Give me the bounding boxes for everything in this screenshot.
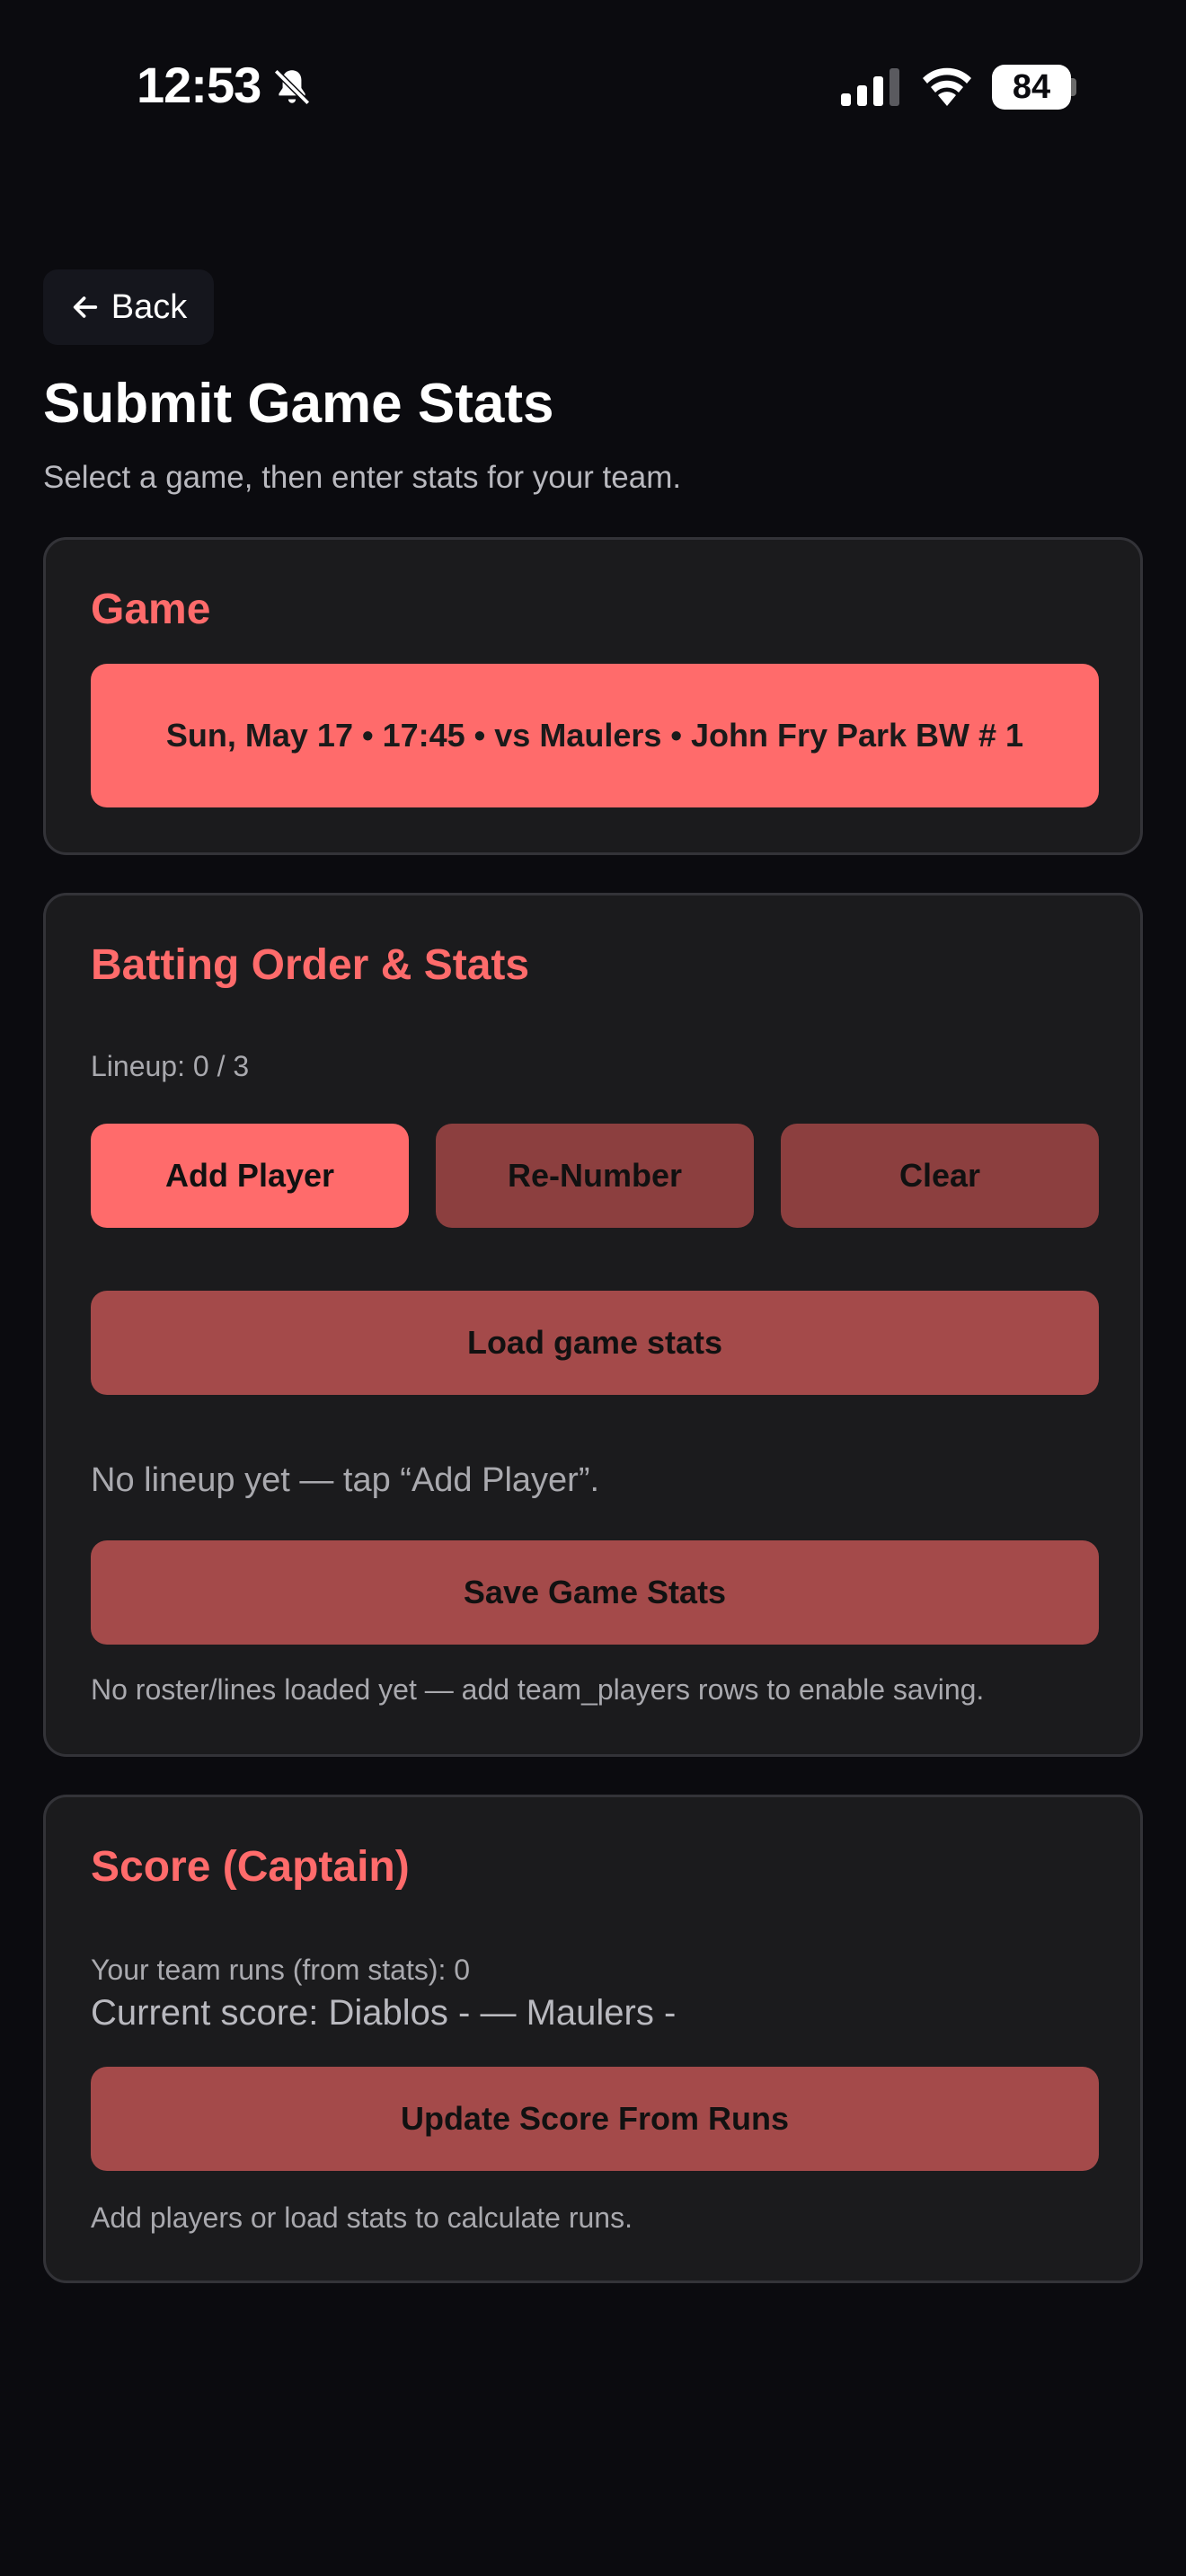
batting-card: Batting Order & Stats Lineup: 0 / 3 Add … [43,893,1143,1757]
battery-icon: 84 [992,65,1071,110]
score-card-title: Score (Captain) [91,1843,410,1891]
game-select-button[interactable]: Sun, May 17 • 17:45 • vs Maulers • John … [91,664,1099,807]
team-runs: Your team runs (from stats): 0 [91,1954,471,1986]
save-game-stats-button[interactable]: Save Game Stats [91,1540,1099,1645]
clear-button[interactable]: Clear [781,1124,1099,1228]
wifi-icon [923,67,971,106]
game-card: Game Sun, May 17 • 17:45 • vs Maulers • … [43,537,1143,855]
game-card-title: Game [91,586,211,633]
page-title: Submit Game Stats [43,373,554,435]
roster-note: No roster/lines loaded yet — add team_pl… [91,1673,985,1706]
update-score-button[interactable]: Update Score From Runs [91,2067,1099,2171]
status-time: 12:53 [137,57,261,113]
back-label: Back [111,287,188,326]
empty-lineup-message: No lineup yet — tap “Add Player”. [91,1461,600,1499]
score-card: Score (Captain) Your team runs (from sta… [43,1795,1143,2283]
status-bar: 12:53 84 [0,0,1186,171]
arrow-left-icon [73,296,97,318]
bell-slash-icon [273,68,311,106]
signal-icon [841,68,899,106]
back-button[interactable]: Back [43,269,214,345]
renumber-button[interactable]: Re-Number [436,1124,754,1228]
lineup-count: Lineup: 0 / 3 [91,1050,250,1082]
battery-tip [1071,78,1076,96]
page-subtitle: Select a game, then enter stats for your… [43,460,682,495]
batting-card-title: Batting Order & Stats [91,941,530,989]
score-note: Add players or load stats to calculate r… [91,2201,633,2234]
load-game-stats-button[interactable]: Load game stats [91,1291,1099,1395]
add-player-button[interactable]: Add Player [91,1124,409,1228]
current-score: Current score: Diablos - — Maulers - [91,1993,677,2033]
